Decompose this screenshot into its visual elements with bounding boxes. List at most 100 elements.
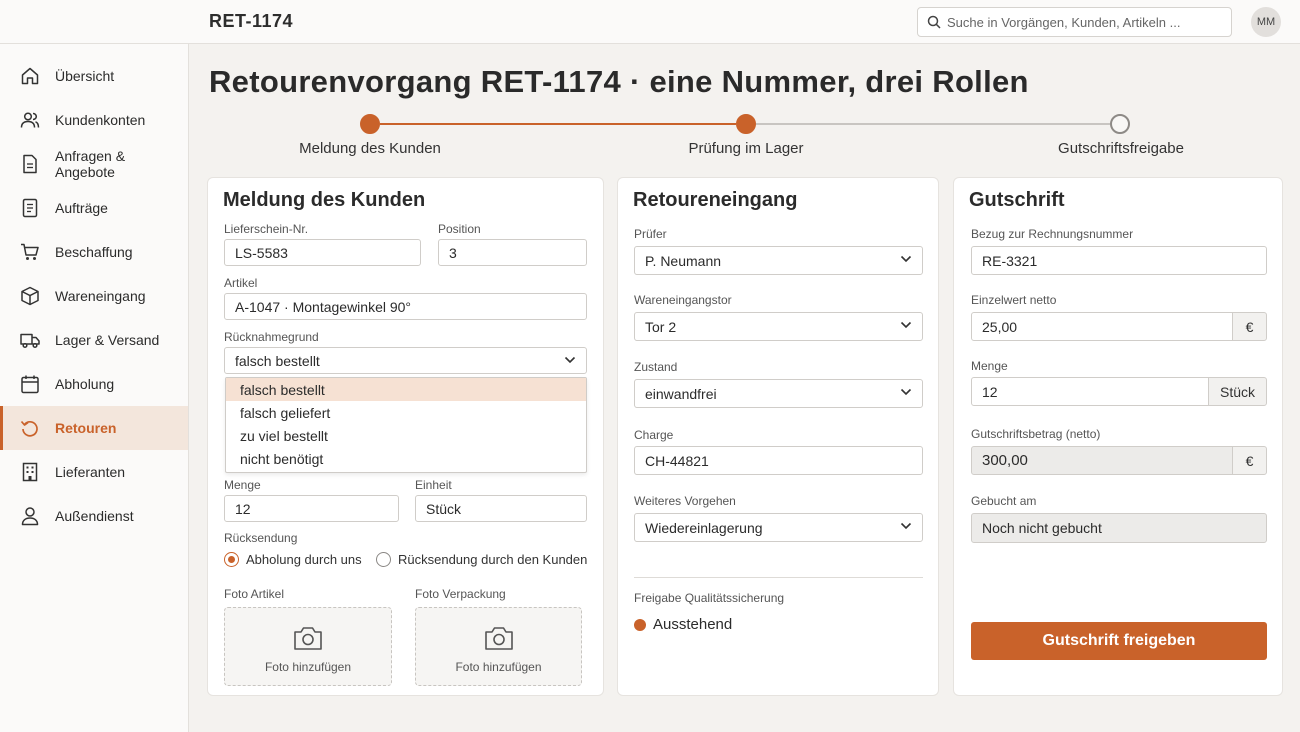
quantity-unit-suffix: Stück: [1208, 377, 1267, 406]
inspector-select-value: P. Neumann: [645, 252, 722, 269]
sidebar-item-label: Aufträge: [55, 200, 108, 216]
return-method-label: Rücksendung: [224, 531, 298, 545]
sidebar-item-wareneingang[interactable]: Wareneingang: [0, 274, 188, 318]
sidebar-item-lieferanten[interactable]: Lieferanten: [0, 450, 188, 494]
search-input[interactable]: [947, 14, 1217, 30]
sidebar-item-aussendienst[interactable]: Außendienst: [0, 494, 188, 538]
condition-label: Zustand: [634, 360, 678, 374]
sidebar-item-lager-versand[interactable]: Lager & Versand: [0, 318, 188, 362]
sidebar: Übersicht Kundenkonten Anfragen & Angebo…: [0, 44, 189, 732]
sidebar-item-uebersicht[interactable]: Übersicht: [0, 54, 188, 98]
currency-suffix: €: [1232, 446, 1267, 475]
sidebar-item-label: Anfragen & Angebote: [55, 148, 126, 180]
sidebar-item-abholung[interactable]: Abholung: [0, 362, 188, 406]
photo-article-upload[interactable]: Foto hinzufügen: [224, 607, 392, 686]
photo-article-label: Foto Artikel: [224, 587, 285, 601]
dropdown-option[interactable]: falsch bestellt: [226, 378, 586, 401]
sidebar-item-label: Abholung: [55, 376, 115, 392]
photo-packaging-upload[interactable]: Foto hinzufügen: [415, 607, 582, 686]
step-3-marker: [1110, 114, 1130, 134]
step-connector-todo: [756, 123, 1110, 125]
divider: [634, 577, 923, 578]
gate-select[interactable]: Tor 2: [634, 312, 923, 341]
users-icon: [20, 112, 40, 128]
credit-quantity-field[interactable]: 12: [971, 377, 1209, 406]
chevron-down-icon: [900, 255, 912, 263]
sidebar-item-beschaffung[interactable]: Beschaffung: [0, 230, 188, 274]
camera-icon: [484, 627, 513, 650]
delivery-note-field[interactable]: LS-5583: [224, 239, 421, 266]
radio-pickup[interactable]: Abholung durch uns: [224, 552, 362, 567]
customer-report-card: Meldung des Kunden Lieferschein-Nr. LS-5…: [207, 177, 604, 696]
reason-dropdown-menu: falsch bestellt falsch geliefert zu viel…: [225, 377, 587, 473]
next-step-select[interactable]: Wiedereinlagerung: [634, 513, 923, 542]
chevron-down-icon: [900, 388, 912, 396]
batch-field[interactable]: CH-44821: [634, 446, 923, 475]
avatar[interactable]: MM: [1251, 7, 1281, 37]
search-box[interactable]: [917, 7, 1232, 37]
unit-value-label: Einzelwert netto: [971, 293, 1057, 307]
calendar-icon: [21, 375, 39, 394]
credit-quantity-label: Menge: [971, 359, 1008, 373]
next-step-label: Weiteres Vorgehen: [634, 494, 736, 508]
person-icon: [21, 507, 39, 526]
inspector-label: Prüfer: [634, 227, 667, 241]
step-1-label: Meldung des Kunden: [299, 140, 441, 157]
radio-customer-return[interactable]: Rücksendung durch den Kunden: [376, 552, 587, 567]
sidebar-item-kundenkonten[interactable]: Kundenkonten: [0, 98, 188, 142]
dropdown-option[interactable]: nicht benötigt: [226, 447, 586, 470]
reason-select[interactable]: falsch bestellt: [224, 347, 587, 374]
approve-credit-button[interactable]: Gutschrift freigeben: [971, 622, 1267, 660]
condition-select-value: einwandfrei: [645, 385, 717, 402]
truck-icon: [20, 333, 40, 349]
chevron-down-icon: [900, 321, 912, 329]
next-step-select-value: Wiedereinlagerung: [645, 519, 763, 536]
radio-customer-return-label: Rücksendung durch den Kunden: [398, 552, 588, 567]
card-title: Meldung des Kunden: [223, 189, 426, 211]
document-icon: [23, 154, 37, 174]
position-label: Position: [438, 222, 481, 236]
unit-field[interactable]: Stück: [415, 495, 587, 522]
sidebar-item-label: Lager & Versand: [55, 332, 160, 348]
qa-status-text: Ausstehend: [653, 616, 733, 633]
status-dot-icon: [634, 618, 646, 631]
photo-packaging-label: Foto Verpackung: [415, 587, 506, 601]
article-label: Artikel: [224, 276, 258, 290]
dropdown-option[interactable]: falsch geliefert: [226, 401, 586, 424]
sidebar-item-label: Retouren: [55, 420, 117, 436]
sidebar-item-label: Übersicht: [55, 68, 115, 84]
position-field[interactable]: 3: [438, 239, 587, 266]
sidebar-item-label: Lieferanten: [55, 464, 126, 480]
invoice-ref-field[interactable]: RE-3321: [971, 246, 1267, 275]
step-2-label: Prüfung im Lager: [688, 140, 804, 157]
article-field[interactable]: A-1047 · Montagewinkel 90°: [224, 293, 587, 320]
quantity-field[interactable]: 12: [224, 495, 399, 522]
unit-value-field[interactable]: 25,00: [971, 312, 1233, 341]
warehouse-receipt-card: Retoureneingang Prüfer P. Neumann Warene…: [617, 177, 939, 696]
qa-status: Ausstehend: [634, 616, 732, 633]
step-1-marker: [360, 114, 380, 134]
gate-label: Wareneingangstor: [634, 293, 732, 307]
radio-customer-return-indicator: [376, 552, 391, 567]
inspector-select[interactable]: P. Neumann: [634, 246, 923, 275]
dropdown-option[interactable]: zu viel bestellt: [226, 424, 586, 447]
page-title: Retourenvorgang RET-1174 · eine Nummer, …: [209, 64, 1029, 99]
batch-label: Charge: [634, 428, 674, 442]
return-icon: [20, 420, 38, 437]
delivery-note-label: Lieferschein-Nr.: [224, 222, 309, 236]
step-3-label: Gutschriftsfreigabe: [1058, 140, 1184, 157]
condition-select[interactable]: einwandfrei: [634, 379, 923, 408]
sidebar-item-anfragen[interactable]: Anfragen & Angebote: [0, 142, 188, 186]
sidebar-item-label: Außendienst: [55, 508, 134, 524]
step-2-marker: [736, 114, 756, 134]
sidebar-item-label: Kundenkonten: [55, 112, 146, 128]
photo-add-label: Foto hinzufügen: [455, 660, 542, 674]
search-icon: [927, 15, 941, 29]
camera-icon: [294, 627, 322, 650]
sidebar-item-retouren[interactable]: Retouren: [0, 406, 188, 450]
sidebar-item-auftraege[interactable]: Aufträge: [0, 186, 188, 230]
unit-label: Einheit: [415, 478, 452, 492]
booked-field: Noch nicht gebucht: [971, 513, 1267, 543]
list-document-icon: [22, 198, 38, 218]
sidebar-item-label: Wareneingang: [55, 288, 146, 304]
